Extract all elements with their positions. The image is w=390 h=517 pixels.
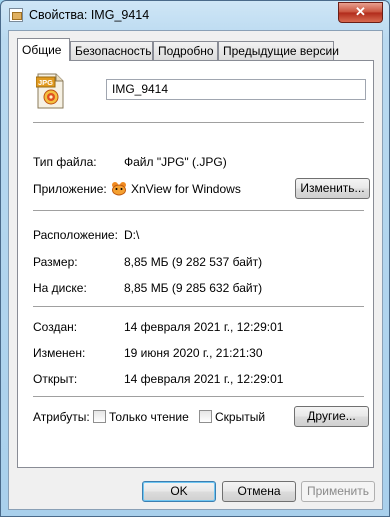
attributes-label: Атрибуты:	[33, 410, 90, 424]
separator	[33, 306, 364, 308]
created-value: 14 февраля 2021 г., 12:29:01	[124, 320, 284, 334]
cancel-button[interactable]: Отмена	[222, 481, 296, 502]
close-icon: ✕	[355, 4, 366, 19]
opened-value: 14 февраля 2021 г., 12:29:01	[124, 372, 284, 386]
file-name-input[interactable]: IMG_9414	[106, 79, 366, 100]
readonly-label[interactable]: Только чтение	[109, 410, 189, 424]
size-on-disk-value: 8,85 МБ (9 285 632 байт)	[124, 281, 263, 295]
close-button[interactable]: ✕	[338, 2, 383, 23]
location-value: D:\	[124, 228, 140, 242]
hidden-label[interactable]: Скрытый	[215, 410, 265, 424]
location-label: Расположение:	[33, 228, 118, 242]
xnview-icon	[112, 182, 126, 196]
hidden-checkbox[interactable]	[199, 410, 212, 423]
change-app-button[interactable]: Изменить...	[295, 178, 370, 199]
application-value: XnView for Windows	[131, 182, 241, 196]
file-type-label: Тип файла:	[33, 155, 97, 169]
separator	[33, 210, 364, 212]
separator	[33, 396, 364, 398]
dialog-client: Общие Безопасность Подробно Предыдущие в…	[8, 30, 383, 510]
jpg-file-icon: JPG	[36, 73, 64, 109]
tab-general[interactable]: Общие	[17, 38, 70, 61]
modified-value: 19 июня 2020 г., 21:21:30	[124, 346, 263, 360]
window-title: Свойства: IMG_9414	[29, 8, 150, 22]
opened-label: Открыт:	[33, 372, 78, 386]
application-label: Приложение:	[33, 182, 107, 196]
tab-previous-versions[interactable]: Предыдущие версии	[218, 41, 339, 60]
apply-button[interactable]: Применить	[301, 481, 375, 502]
ok-button[interactable]: OK	[142, 481, 216, 502]
advanced-attributes-button[interactable]: Другие...	[294, 406, 369, 427]
general-tab-panel: JPG IMG_9414 Тип файла: Файл "JPG" (.JPG…	[17, 60, 374, 468]
modified-label: Изменен:	[33, 346, 86, 360]
separator	[33, 122, 364, 124]
properties-window: Свойства: IMG_9414 ✕ Общие Безопасность …	[0, 0, 390, 517]
size-on-disk-label: На диске:	[33, 281, 87, 295]
readonly-checkbox[interactable]	[93, 410, 106, 423]
size-value: 8,85 МБ (9 282 537 байт)	[124, 255, 263, 269]
properties-window-icon	[9, 8, 23, 22]
size-label: Размер:	[33, 255, 78, 269]
tab-security[interactable]: Безопасность	[70, 41, 153, 60]
created-label: Создан:	[33, 320, 78, 334]
file-type-value: Файл "JPG" (.JPG)	[124, 155, 227, 169]
svg-text:JPG: JPG	[38, 78, 53, 87]
tab-details[interactable]: Подробно	[153, 41, 218, 60]
title-bar[interactable]: Свойства: IMG_9414 ✕	[1, 1, 389, 31]
